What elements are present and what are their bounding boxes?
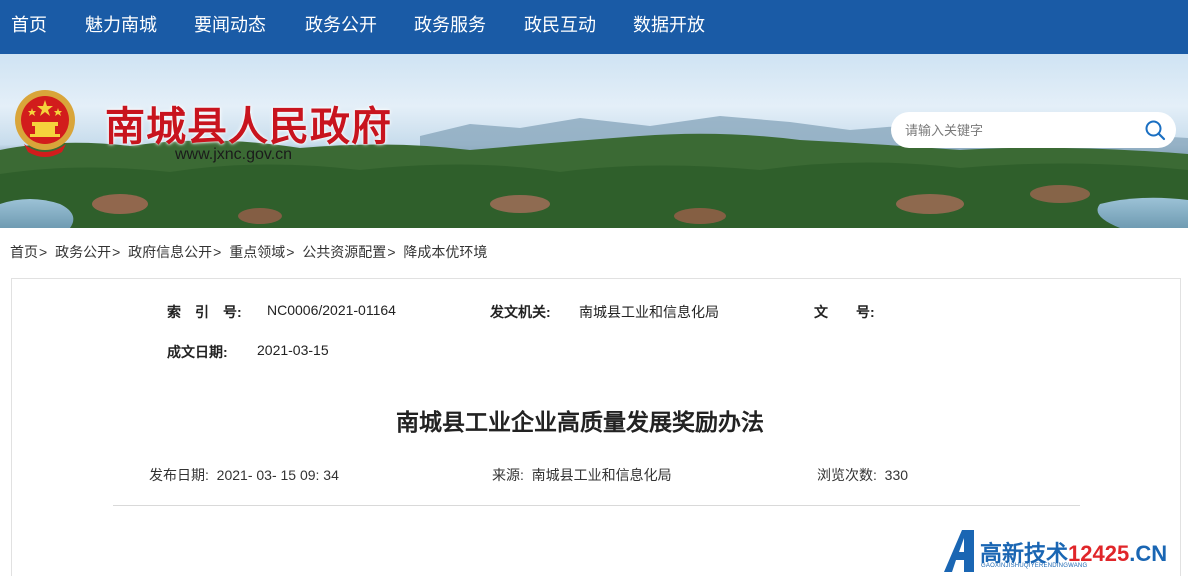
publish-date-label: 发布日期:: [149, 467, 209, 483]
breadcrumb-home[interactable]: 首页: [10, 244, 38, 260]
watermark-subtext: GAOXINJISHUQIYERENDINGWANG: [981, 563, 1088, 569]
nav-charm[interactable]: 魅力南城: [85, 0, 157, 54]
search-input[interactable]: [905, 120, 1135, 140]
breadcrumb-gov-info[interactable]: 政府信息公开: [128, 244, 212, 260]
nav-gov-service[interactable]: 政务服务: [414, 0, 486, 54]
breadcrumb-gov-affairs[interactable]: 政务公开: [55, 244, 111, 260]
index-number-label: 索 引 号:: [167, 304, 242, 320]
breadcrumb-separator: >: [112, 244, 121, 260]
nav-home[interactable]: 首页: [11, 0, 47, 54]
article-source: 来源: 南城县工业和信息化局: [492, 465, 672, 485]
search-box: [891, 112, 1176, 148]
view-count-value: 330: [884, 467, 909, 483]
written-date-label: 成文日期:: [167, 344, 228, 360]
written-date-value: 2021-03-15: [257, 342, 329, 358]
breadcrumb-public-resources[interactable]: 公共资源配置: [302, 244, 386, 260]
nav-interaction[interactable]: 政民互动: [524, 0, 596, 54]
nav-open-data[interactable]: 数据开放: [633, 0, 705, 54]
breadcrumb-separator: >: [213, 244, 222, 260]
breadcrumb-reduce-cost[interactable]: 降成本优环境: [403, 244, 487, 260]
breadcrumb-separator: >: [286, 244, 295, 260]
issuer-value: 南城县工业和信息化局: [579, 304, 719, 320]
source-value: 南城县工业和信息化局: [531, 467, 672, 483]
top-nav: 首页 魅力南城 要闻动态 政务公开 政务服务 政民互动 数据开放: [0, 0, 1188, 54]
article-title: 南城县工业企业高质量发展奖励办法: [396, 409, 764, 435]
site-url: www.jxnc.gov.cn: [175, 146, 293, 163]
breadcrumb-key-areas[interactable]: 重点领域: [229, 244, 285, 260]
issuer-label: 发文机关:: [490, 304, 551, 320]
view-count: 浏览次数: 330: [817, 465, 908, 485]
nav-gov-affairs[interactable]: 政务公开: [305, 0, 377, 54]
source-label: 来源:: [492, 467, 524, 483]
header-banner: 南城县人民政府 www.jxnc.gov.cn: [0, 54, 1188, 228]
breadcrumb-separator: >: [39, 244, 48, 260]
search-icon[interactable]: [1144, 119, 1166, 141]
breadcrumb-separator: >: [387, 244, 396, 260]
breadcrumb: 首页> 政务公开> 政府信息公开> 重点领域> 公共资源配置> 降成本优环境: [10, 242, 487, 262]
publish-date-value: 2021- 03- 15 09: 34: [216, 467, 339, 483]
view-count-label: 浏览次数:: [817, 467, 877, 483]
nav-news[interactable]: 要闻动态: [194, 0, 266, 54]
index-number-value: NC0006/2021-01164: [267, 302, 396, 318]
national-emblem: [15, 90, 75, 157]
doc-number-label: 文 号:: [814, 304, 875, 320]
divider: [113, 505, 1080, 506]
site-title: 南城县人民政府: [105, 103, 392, 150]
publish-date: 发布日期: 2021- 03- 15 09: 34: [149, 465, 339, 485]
